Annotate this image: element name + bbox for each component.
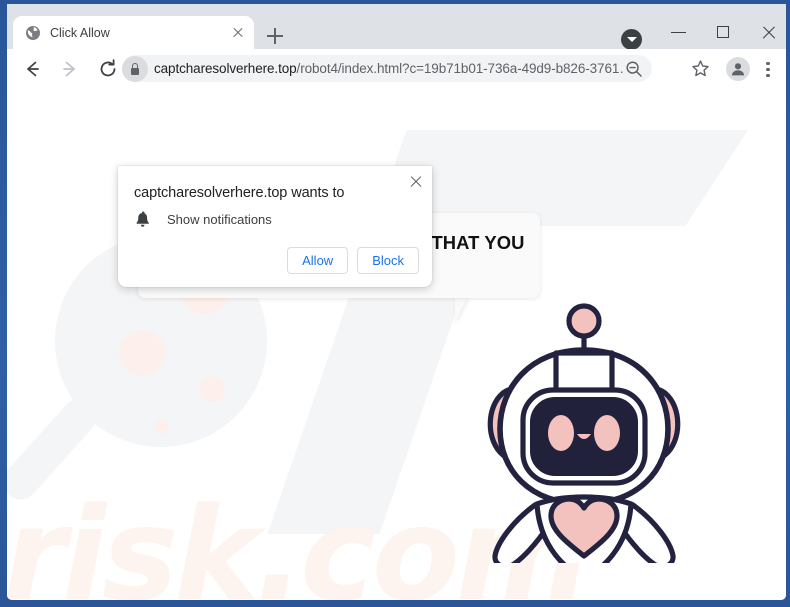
maximize-icon bbox=[717, 25, 729, 38]
maximize-button[interactable] bbox=[701, 16, 746, 47]
arrow-left-icon bbox=[27, 61, 39, 77]
browser-window: Click Allow captcharesolverhere.top/robo… bbox=[0, 0, 790, 607]
permission-dialog-buttons: Allow Block bbox=[287, 247, 419, 274]
back-button[interactable] bbox=[19, 56, 45, 82]
allow-button[interactable]: Allow bbox=[287, 247, 349, 274]
minimize-button[interactable] bbox=[656, 16, 701, 47]
page-viewport: risk.com THAT YOU captcharesolverhere.to… bbox=[7, 88, 786, 600]
browser-window-inner: Click Allow captcharesolverhere.top/robo… bbox=[7, 4, 786, 600]
watermark-slash-top bbox=[463, 130, 748, 226]
reload-button[interactable] bbox=[95, 56, 121, 82]
profile-avatar[interactable] bbox=[726, 57, 750, 81]
forward-button[interactable] bbox=[57, 56, 83, 82]
close-window-button[interactable] bbox=[746, 16, 786, 47]
close-icon[interactable] bbox=[230, 25, 246, 41]
tab-strip: Click Allow bbox=[7, 10, 786, 50]
minimize-icon bbox=[671, 32, 686, 34]
tab-search-icon[interactable] bbox=[621, 29, 642, 50]
address-bar[interactable]: captcharesolverhere.top/robot4/index.htm… bbox=[122, 55, 652, 82]
bookmark-star-icon[interactable] bbox=[691, 59, 710, 78]
block-button[interactable]: Block bbox=[357, 247, 419, 274]
url-host: captcharesolverhere.top bbox=[154, 61, 297, 76]
chevron-down-icon bbox=[626, 37, 637, 42]
url-path: /robot4/index.html?c=19b71b01-736a-49d9-… bbox=[296, 61, 624, 76]
permission-dialog-title: captcharesolverhere.top wants to bbox=[134, 185, 345, 201]
robot-mascot bbox=[487, 303, 681, 563]
reload-icon bbox=[100, 59, 116, 77]
zoom-out-icon[interactable] bbox=[624, 59, 644, 79]
notification-permission-dialog: captcharesolverhere.top wants to Show no… bbox=[118, 166, 432, 287]
url-text: captcharesolverhere.top/robot4/index.htm… bbox=[154, 61, 624, 76]
browser-menu-icon[interactable] bbox=[759, 57, 777, 81]
new-tab-button[interactable] bbox=[262, 23, 288, 49]
arrow-right-icon bbox=[63, 61, 75, 77]
person-icon bbox=[731, 63, 745, 76]
permission-row: Show notifications bbox=[134, 211, 272, 228]
globe-icon bbox=[25, 25, 41, 41]
browser-toolbar: captcharesolverhere.top/robot4/index.htm… bbox=[7, 49, 786, 88]
lock-icon[interactable] bbox=[122, 55, 148, 82]
bell-icon bbox=[134, 211, 151, 228]
speech-bubble-tail bbox=[455, 296, 468, 322]
browser-tab[interactable]: Click Allow bbox=[13, 16, 254, 49]
tab-title: Click Allow bbox=[50, 25, 110, 40]
permission-row-label: Show notifications bbox=[167, 212, 272, 227]
close-icon[interactable] bbox=[407, 173, 425, 191]
